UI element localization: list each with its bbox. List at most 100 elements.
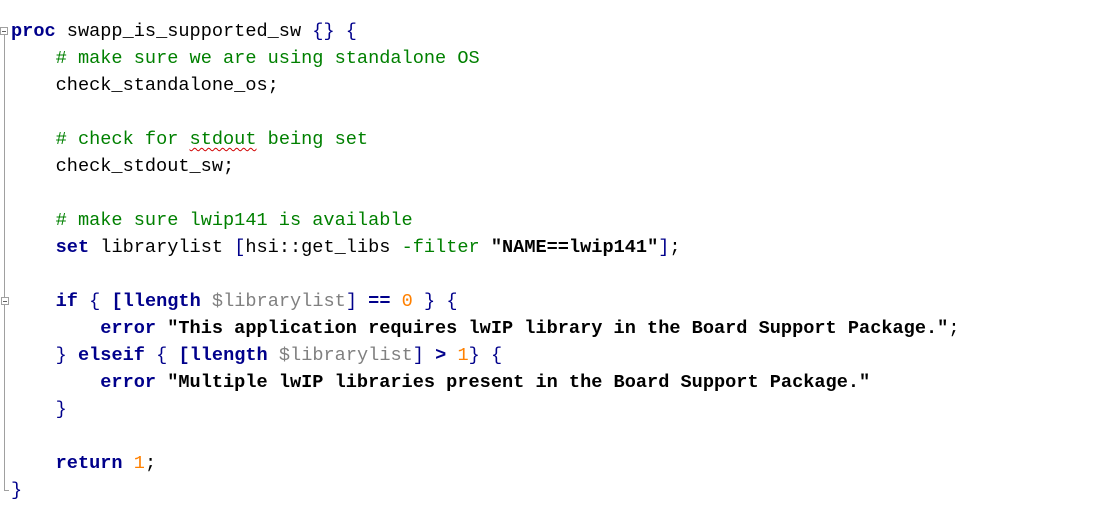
code-line: } elseif { [llength $librarylist] > 1} { [11,342,959,369]
code-token: elseif [77,345,145,366]
code-token: hsi::get_libs [245,237,402,258]
code-token: proc [11,21,56,42]
code-token: librarylist [89,237,235,258]
code-token: } [468,345,480,366]
code-token: } [11,480,23,501]
code-line: set librarylist [hsi::get_libs -filter "… [11,234,959,261]
code-line: check_standalone_os; [11,72,959,99]
code-line: # check for stdout being set [11,126,959,153]
code-token: ; [948,318,960,339]
code-token: } [55,399,67,420]
code-line: proc swapp_is_supported_sw {} { [11,18,959,45]
code-token: == [368,291,391,312]
code-token: { [446,291,458,312]
fold-end-marker [4,490,9,491]
code-line: # make sure we are using standalone OS [11,45,959,72]
code-token: ] [345,291,357,312]
code-token: > [435,345,447,366]
code-token: "NAME==lwip141" [490,237,659,258]
code-token: $librarylist [278,345,413,366]
code-token: stdout [189,129,257,150]
code-token: { [491,345,503,366]
code-line: check_stdout_sw; [11,153,959,180]
code-token: { [156,345,168,366]
code-token: -filter [401,237,480,258]
code-text[interactable]: proc swapp_is_supported_sw {} { # make s… [11,18,959,504]
code-token: set [55,237,90,258]
code-line: return 1; [11,450,959,477]
fold-guide-line [4,35,5,491]
code-token: [ [234,237,246,258]
fold-toggle-proc-icon[interactable] [0,27,8,35]
code-token: $librarylist [211,291,346,312]
code-line: if { [llength $librarylist] == 0 } { [11,288,959,315]
code-token: # check for [55,129,190,150]
code-token: ] [658,237,670,258]
code-token: error [100,318,157,339]
code-token: # make sure lwip141 is available [55,210,413,231]
code-token: [llength [178,345,268,366]
code-token: {} [312,21,335,42]
code-token: being set [256,129,369,150]
code-token: # make sure we are using standalone OS [55,48,480,69]
code-token: swapp_is_supported_sw [55,21,313,42]
code-token: 1 [457,345,469,366]
code-token: [llength [111,291,201,312]
code-token: if [55,291,78,312]
code-token: "This application requires lwIP library … [167,318,949,339]
code-token: 1 [133,453,145,474]
code-token: { [89,291,101,312]
code-token: ] [412,345,424,366]
fold-margin [0,0,10,507]
code-token: { [345,21,357,42]
code-line: error "This application requires lwIP li… [11,315,959,342]
fold-toggle-if-icon[interactable] [1,297,9,305]
code-token: check_standalone_os; [11,75,279,96]
code-token: error [100,372,157,393]
code-token: } [424,291,436,312]
code-token: return [55,453,123,474]
code-line: # make sure lwip141 is available [11,207,959,234]
code-line: } [11,477,959,504]
code-line: } [11,396,959,423]
code-editor[interactable]: proc swapp_is_supported_sw {} { # make s… [0,0,1117,507]
code-token: ; [669,237,681,258]
code-token: "Multiple lwIP libraries present in the … [167,372,871,393]
code-line: error "Multiple lwIP libraries present i… [11,369,959,396]
code-token: } [55,345,67,366]
code-token: ; [144,453,157,474]
